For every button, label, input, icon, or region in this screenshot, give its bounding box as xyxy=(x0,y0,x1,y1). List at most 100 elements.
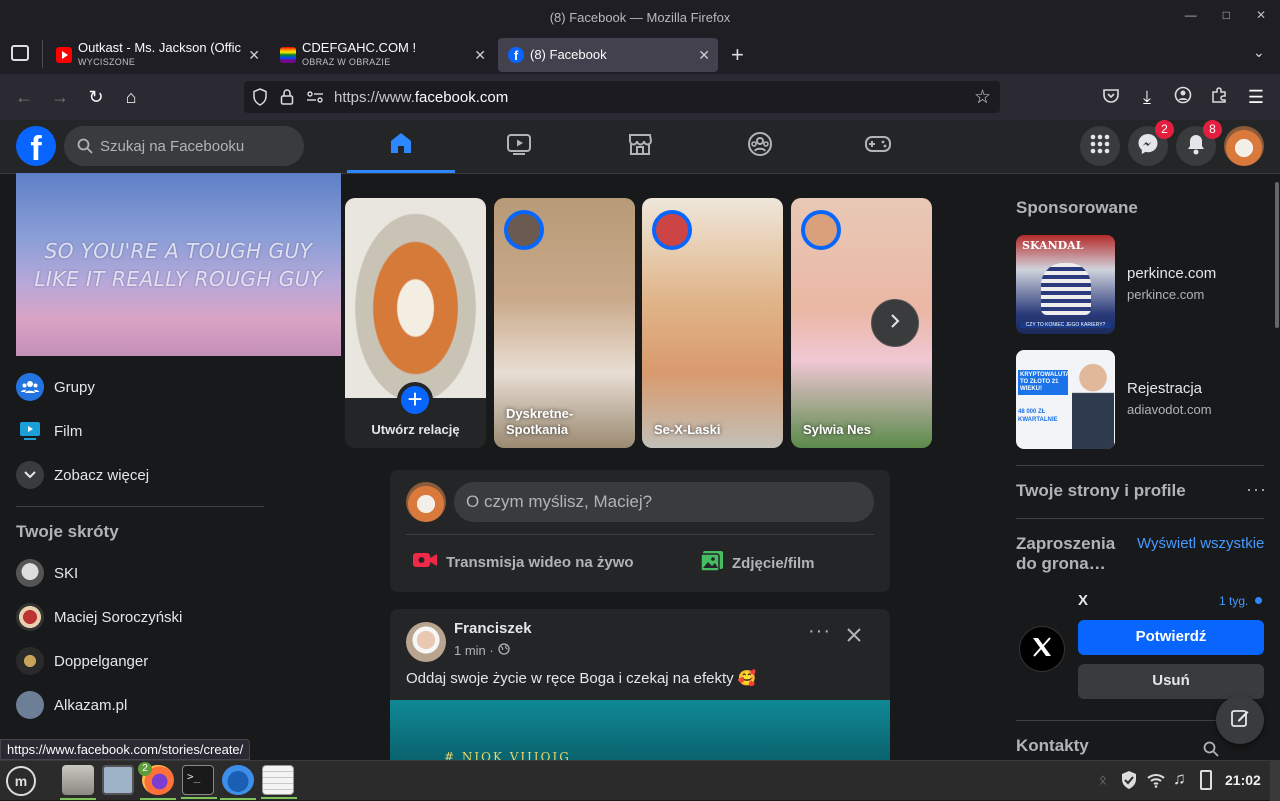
text-editor-icon[interactable] xyxy=(261,765,297,799)
story-card[interactable]: Se-X-Laski xyxy=(642,198,783,448)
new-tab-icon[interactable]: + xyxy=(731,42,744,68)
home-icon[interactable]: ⌂ xyxy=(120,86,142,108)
tab-subtitle: WYCISZONE xyxy=(78,57,136,67)
forward-icon[interactable]: → xyxy=(49,86,71,108)
post-image[interactable]: # NIOK VIIIOIG xyxy=(390,700,890,769)
downloads-icon[interactable]: ⤓ xyxy=(1136,86,1158,108)
contacts-heading: Kontakty xyxy=(1016,736,1089,755)
new-message-button[interactable] xyxy=(1216,696,1264,744)
search-input[interactable] xyxy=(100,126,295,166)
sidebar-item-see-more[interactable]: Zobacz więcej xyxy=(16,457,149,493)
composer-input[interactable]: O czym myślisz, Maciej? xyxy=(454,482,874,522)
sponsored-heading: Sponsorowane xyxy=(1016,198,1138,217)
tab-overflow-chevron-icon[interactable]: ⌄ xyxy=(1253,44,1265,61)
friend-request-avatar[interactable] xyxy=(1019,626,1065,672)
screenshot-icon[interactable] xyxy=(102,765,134,795)
facebook-logo-icon[interactable]: f xyxy=(16,126,56,166)
clock[interactable]: 21:02 xyxy=(1225,772,1261,788)
menu-icon[interactable]: ☰ xyxy=(1245,86,1267,108)
shortcut-avatar xyxy=(16,603,44,631)
sidebar-item-video[interactable]: Film xyxy=(16,413,82,449)
photo-video-button[interactable]: Zdjęcie/film xyxy=(700,550,815,576)
shortcut-item-alkazam[interactable]: Alkazam.pl xyxy=(16,687,127,723)
lock-icon[interactable] xyxy=(280,88,294,111)
minimize-icon[interactable]: — xyxy=(1185,8,1197,22)
page-scrollbar[interactable] xyxy=(1275,182,1279,328)
sponsored-ad[interactable]: SKANDAL CZY TO KONIEC JEGO KARIERY? perk… xyxy=(1016,235,1264,335)
story-card[interactable]: Dyskretne- Spotkania xyxy=(494,198,635,448)
ad-domain: perkince.com xyxy=(1127,287,1205,302)
show-desktop-button[interactable] xyxy=(1270,761,1280,801)
composer-avatar[interactable] xyxy=(406,482,446,522)
account-icon[interactable] xyxy=(1172,86,1194,108)
tab-youtube[interactable]: Outkast - Ms. Jackson (Offic WYCISZONE ✕ xyxy=(46,38,268,72)
url-domain: facebook.com xyxy=(414,89,509,106)
shortcut-item-doppelganger[interactable]: Doppelganger xyxy=(16,643,148,679)
live-video-button[interactable]: Transmisja wideo na żywo xyxy=(412,550,634,574)
divider xyxy=(406,534,874,535)
post-options-icon[interactable]: ··· xyxy=(808,621,831,641)
nav-tab-gaming[interactable] xyxy=(824,120,932,173)
permissions-icon[interactable] xyxy=(306,90,324,109)
story-avatar xyxy=(504,210,544,250)
tab-list-icon[interactable] xyxy=(11,45,29,61)
feed-post: Franciszek 1 min · ··· Oddaj swoje życie… xyxy=(390,609,890,769)
stories-next-button[interactable] xyxy=(871,299,919,347)
see-all-requests-link[interactable]: Wyświetl wszystkie xyxy=(1137,535,1264,552)
cover-image[interactable]: SO YOU'RE A TOUGH GUY LIKE IT REALLY ROU… xyxy=(16,173,341,356)
close-tab-icon[interactable]: ✕ xyxy=(248,47,260,64)
profile-avatar[interactable] xyxy=(1224,126,1264,166)
nav-tab-video[interactable] xyxy=(465,120,573,173)
tab-bar: Outkast - Ms. Jackson (Offic WYCISZONE ✕ … xyxy=(0,34,1280,74)
friend-request-name[interactable]: X xyxy=(1078,592,1088,609)
tab-cdefgahc[interactable]: CDEFGAHC.COM ! OBRAZ W OBRAZIE ✕ xyxy=(270,38,494,72)
extensions-icon[interactable] xyxy=(1208,86,1230,108)
delete-request-button[interactable]: Usuń xyxy=(1078,664,1264,699)
nav-tab-marketplace[interactable] xyxy=(586,120,694,173)
pocket-icon[interactable] xyxy=(1100,86,1122,108)
confirm-request-button[interactable]: Potwierdź xyxy=(1078,620,1264,655)
post-author-avatar[interactable] xyxy=(406,622,446,662)
close-icon[interactable]: ✕ xyxy=(1256,8,1266,22)
terminal-icon[interactable]: >_ xyxy=(181,765,217,799)
messenger-button[interactable]: 2 xyxy=(1128,120,1174,166)
files-icon[interactable] xyxy=(60,765,96,800)
sponsored-ad[interactable]: KRYPTOWALUTA TO ZŁOTO 21 WIEKU! 48 000 Z… xyxy=(1016,350,1264,450)
post-close-icon[interactable] xyxy=(846,627,862,648)
battery-icon[interactable] xyxy=(1200,770,1212,790)
shield-icon[interactable] xyxy=(1120,770,1138,795)
firefox-icon[interactable]: 2 xyxy=(138,762,176,800)
bookmark-star-icon[interactable]: ☆ xyxy=(974,86,991,109)
tab-facebook[interactable]: f (8) Facebook ✕ xyxy=(498,38,718,72)
shortcut-item-maciej[interactable]: Maciej Soroczyński xyxy=(16,599,182,635)
back-icon[interactable]: ← xyxy=(13,86,35,108)
shortcut-item-ski[interactable]: SKI xyxy=(16,555,78,591)
close-tab-icon[interactable]: ✕ xyxy=(698,47,710,64)
bluetooth-icon[interactable]: ᛟ xyxy=(1099,772,1107,787)
divider xyxy=(16,506,264,507)
menu-button[interactable] xyxy=(1080,126,1120,166)
url-bar[interactable]: https://www.facebook.com ☆ xyxy=(244,81,1000,113)
gaming-icon xyxy=(864,131,892,162)
notifications-button[interactable]: 8 xyxy=(1176,120,1222,166)
pages-options-icon[interactable]: ··· xyxy=(1246,480,1267,498)
url-text[interactable]: https://www.facebook.com xyxy=(334,89,508,106)
reload-icon[interactable]: ↻ xyxy=(85,86,107,108)
ad-name: perkince.com xyxy=(1127,265,1217,282)
mint-menu-icon[interactable]: m xyxy=(6,766,36,796)
contacts-search-icon[interactable] xyxy=(1203,741,1219,762)
close-tab-icon[interactable]: ✕ xyxy=(474,47,486,64)
wifi-icon[interactable] xyxy=(1147,772,1165,793)
search-box[interactable] xyxy=(64,126,304,166)
tracking-protection-shield-icon[interactable] xyxy=(252,88,268,111)
nav-tab-home[interactable] xyxy=(347,120,455,173)
nav-tab-groups[interactable] xyxy=(706,120,814,173)
post-time[interactable]: 1 min · xyxy=(454,643,494,658)
music-icon[interactable]: ♫ xyxy=(1173,769,1186,789)
post-author-name[interactable]: Franciszek xyxy=(454,620,532,637)
add-story-icon[interactable]: + xyxy=(397,382,433,418)
sidebar-item-groups[interactable]: Grupy xyxy=(16,369,95,405)
maximize-icon[interactable]: □ xyxy=(1223,8,1230,22)
story-create[interactable]: + Utwórz relację xyxy=(345,198,486,448)
thunderbird-icon[interactable] xyxy=(220,765,256,800)
